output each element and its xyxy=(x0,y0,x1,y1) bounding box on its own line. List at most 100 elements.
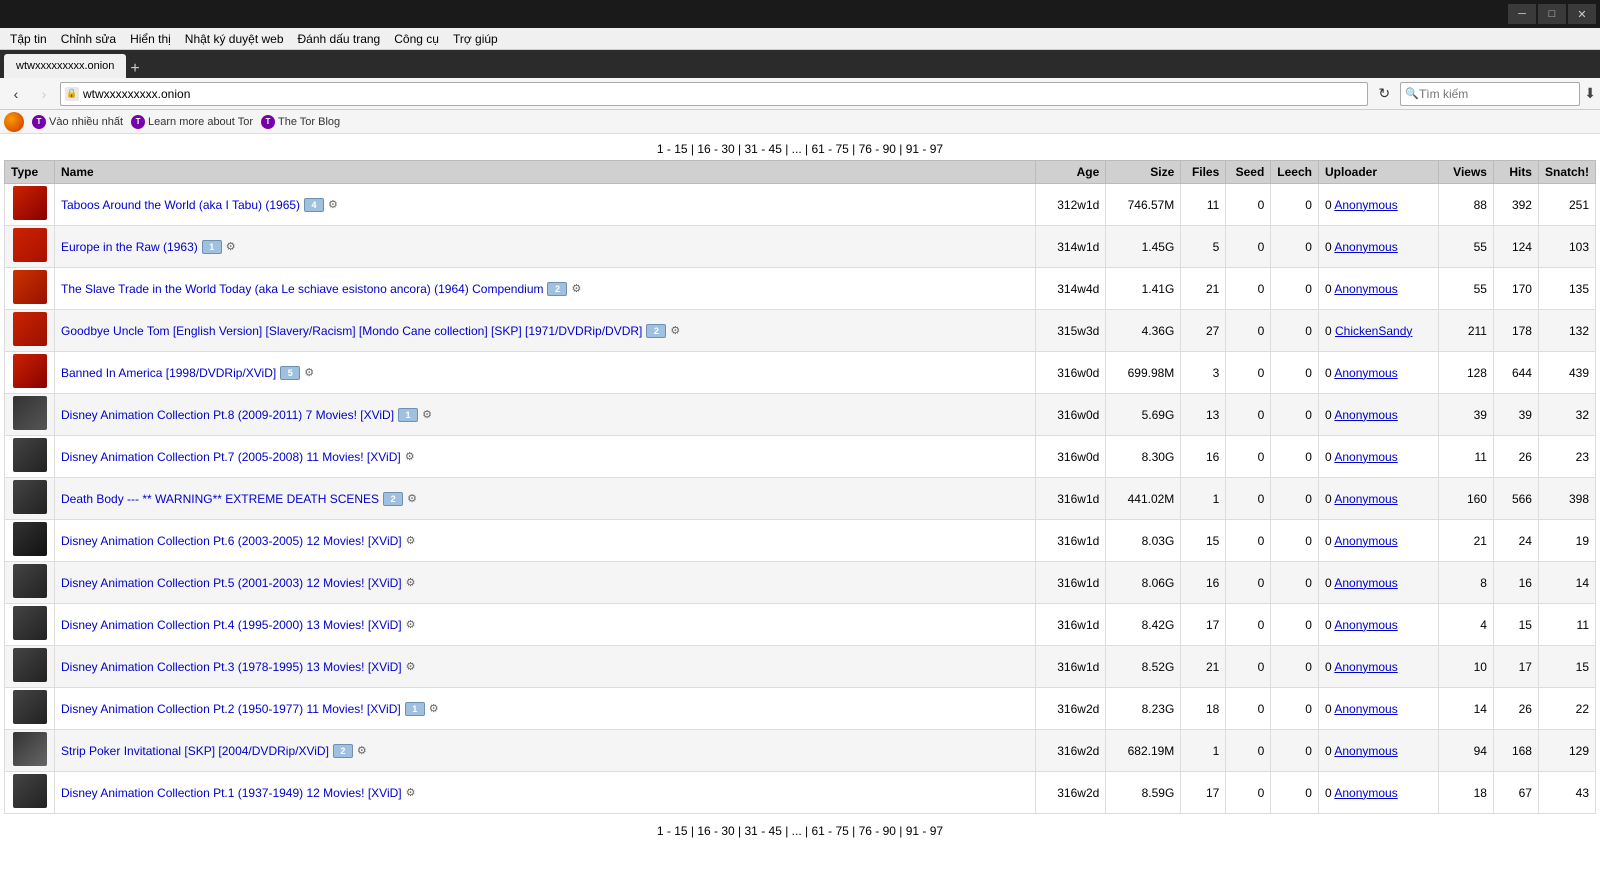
back-button[interactable]: ‹ xyxy=(4,82,28,106)
col-files[interactable]: Files xyxy=(1181,161,1226,184)
menu-hienthi[interactable]: Hiển thị xyxy=(124,30,177,48)
leech-cell: 0 xyxy=(1271,730,1319,772)
magnet-icon[interactable]: ⚙ xyxy=(405,450,419,464)
uploader-link[interactable]: Anonymous xyxy=(1334,702,1397,716)
col-leech[interactable]: Leech xyxy=(1271,161,1319,184)
bookmark-learntor[interactable]: T Learn more about Tor xyxy=(131,115,253,129)
col-seed[interactable]: Seed xyxy=(1226,161,1271,184)
magnet-icon[interactable]: ⚙ xyxy=(328,198,342,212)
torrent-title-link[interactable]: Disney Animation Collection Pt.8 (2009-2… xyxy=(61,408,394,422)
torrent-badge[interactable]: 2 xyxy=(333,744,353,758)
magnet-icon[interactable]: ⚙ xyxy=(406,786,420,800)
menu-taptin[interactable]: Tập tin xyxy=(4,30,53,48)
magnet-icon[interactable]: ⚙ xyxy=(406,534,420,548)
name-cell: Disney Animation Collection Pt.1 (1937-1… xyxy=(55,772,1036,814)
col-views[interactable]: Views xyxy=(1438,161,1493,184)
type-cell xyxy=(5,352,55,394)
col-name[interactable]: Name xyxy=(55,161,1036,184)
magnet-icon[interactable]: ⚙ xyxy=(429,702,443,716)
menu-chinhtia[interactable]: Chỉnh sửa xyxy=(55,30,122,48)
age-cell: 316w1d xyxy=(1036,562,1106,604)
refresh-button[interactable]: ↻ xyxy=(1372,82,1396,106)
torrent-title-link[interactable]: Disney Animation Collection Pt.4 (1995-2… xyxy=(61,618,402,632)
maximize-button[interactable]: □ xyxy=(1538,4,1566,24)
views-cell: 128 xyxy=(1438,352,1493,394)
uploader-link[interactable]: Anonymous xyxy=(1334,618,1397,632)
torrent-title-link[interactable]: Goodbye Uncle Tom [English Version] [Sla… xyxy=(61,324,642,338)
magnet-icon[interactable]: ⚙ xyxy=(226,240,240,254)
col-uploader[interactable]: Uploader xyxy=(1318,161,1438,184)
col-hits[interactable]: Hits xyxy=(1493,161,1538,184)
uploader-link[interactable]: Anonymous xyxy=(1334,660,1397,674)
magnet-icon[interactable]: ⚙ xyxy=(406,660,420,674)
magnet-icon[interactable]: ⚙ xyxy=(422,408,436,422)
uploader-link[interactable]: Anonymous xyxy=(1334,198,1397,212)
torrent-badge[interactable]: 2 xyxy=(646,324,666,338)
uploader-link[interactable]: Anonymous xyxy=(1334,366,1397,380)
bookmark-torblog[interactable]: T The Tor Blog xyxy=(261,115,340,129)
magnet-icon[interactable]: ⚙ xyxy=(406,576,420,590)
torrent-title-link[interactable]: The Slave Trade in the World Today (aka … xyxy=(61,282,543,296)
torrent-title-link[interactable]: Strip Poker Invitational [SKP] [2004/DVD… xyxy=(61,744,329,758)
hits-cell: 566 xyxy=(1493,478,1538,520)
torrent-badge[interactable]: 2 xyxy=(383,492,403,506)
files-cell: 5 xyxy=(1181,226,1226,268)
uploader-link[interactable]: Anonymous xyxy=(1334,408,1397,422)
menu-trogiup[interactable]: Trợ giúp xyxy=(447,30,504,48)
hits-cell: 26 xyxy=(1493,436,1538,478)
torrent-title-link[interactable]: Disney Animation Collection Pt.5 (2001-2… xyxy=(61,576,402,590)
close-button[interactable]: ✕ xyxy=(1568,4,1596,24)
torrent-title-link[interactable]: Disney Animation Collection Pt.6 (2003-2… xyxy=(61,534,402,548)
col-size[interactable]: Size xyxy=(1106,161,1181,184)
downloads-icon[interactable]: ⬇ xyxy=(1584,85,1596,102)
magnet-icon[interactable]: ⚙ xyxy=(406,618,420,632)
active-tab[interactable]: wtwxxxxxxxxx.onion xyxy=(4,54,126,78)
col-type[interactable]: Type xyxy=(5,161,55,184)
menu-congcu[interactable]: Công cụ xyxy=(388,30,445,48)
leech-val: 0 xyxy=(1325,282,1334,296)
minimize-button[interactable]: ─ xyxy=(1508,4,1536,24)
torrent-badge[interactable]: 2 xyxy=(547,282,567,296)
magnet-icon[interactable]: ⚙ xyxy=(407,492,421,506)
magnet-icon[interactable]: ⚙ xyxy=(670,324,684,338)
torrent-title-link[interactable]: Europe in the Raw (1963) xyxy=(61,240,198,254)
address-input[interactable] xyxy=(83,87,1363,101)
magnet-icon[interactable]: ⚙ xyxy=(357,744,371,758)
leech-cell: 0 xyxy=(1271,310,1319,352)
menu-danhDAU[interactable]: Đánh dấu trang xyxy=(292,30,387,48)
torrent-badge[interactable]: 1 xyxy=(405,702,425,716)
uploader-link[interactable]: Anonymous xyxy=(1334,492,1397,506)
col-age[interactable]: Age xyxy=(1036,161,1106,184)
torrents-table: Type Name Age Size Files Seed Leech Uplo… xyxy=(4,160,1596,814)
col-snatch[interactable]: Snatch! xyxy=(1538,161,1595,184)
uploader-link[interactable]: Anonymous xyxy=(1334,534,1397,548)
hits-cell: 644 xyxy=(1493,352,1538,394)
forward-button[interactable]: › xyxy=(32,82,56,106)
torrent-title-link[interactable]: Disney Animation Collection Pt.2 (1950-1… xyxy=(61,702,401,716)
uploader-link[interactable]: Anonymous xyxy=(1334,282,1397,296)
torrent-title-link[interactable]: Death Body --- ** WARNING** EXTREME DEAT… xyxy=(61,492,379,506)
torrent-badge[interactable]: 5 xyxy=(280,366,300,380)
torrent-title-link[interactable]: Disney Animation Collection Pt.7 (2005-2… xyxy=(61,450,401,464)
torrent-badge[interactable]: 4 xyxy=(304,198,324,212)
uploader-link[interactable]: Anonymous xyxy=(1334,240,1397,254)
torrent-title-link[interactable]: Disney Animation Collection Pt.3 (1978-1… xyxy=(61,660,402,674)
search-input[interactable] xyxy=(1419,87,1575,101)
torrent-badge[interactable]: 1 xyxy=(202,240,222,254)
uploader-link[interactable]: Anonymous xyxy=(1334,786,1397,800)
uploader-link[interactable]: Anonymous xyxy=(1334,450,1397,464)
torrent-title-link[interactable]: Disney Animation Collection Pt.1 (1937-1… xyxy=(61,786,402,800)
uploader-link[interactable]: Anonymous xyxy=(1334,744,1397,758)
seed-cell: 0 xyxy=(1226,436,1271,478)
uploader-link[interactable]: Anonymous xyxy=(1334,576,1397,590)
torrent-title-link[interactable]: Taboos Around the World (aka I Tabu) (19… xyxy=(61,198,300,212)
uploader-link[interactable]: ChickenSandy xyxy=(1335,324,1412,338)
torrent-badge[interactable]: 1 xyxy=(398,408,418,422)
bookmark-vaonhieunhat[interactable]: T Vào nhiều nhất xyxy=(32,115,123,129)
new-tab-button[interactable]: + xyxy=(130,60,139,78)
views-cell: 18 xyxy=(1438,772,1493,814)
menu-nhatky[interactable]: Nhật ký duyệt web xyxy=(179,30,290,48)
magnet-icon[interactable]: ⚙ xyxy=(571,282,585,296)
torrent-title-link[interactable]: Banned In America [1998/DVDRip/XViD] xyxy=(61,366,276,380)
magnet-icon[interactable]: ⚙ xyxy=(304,366,318,380)
